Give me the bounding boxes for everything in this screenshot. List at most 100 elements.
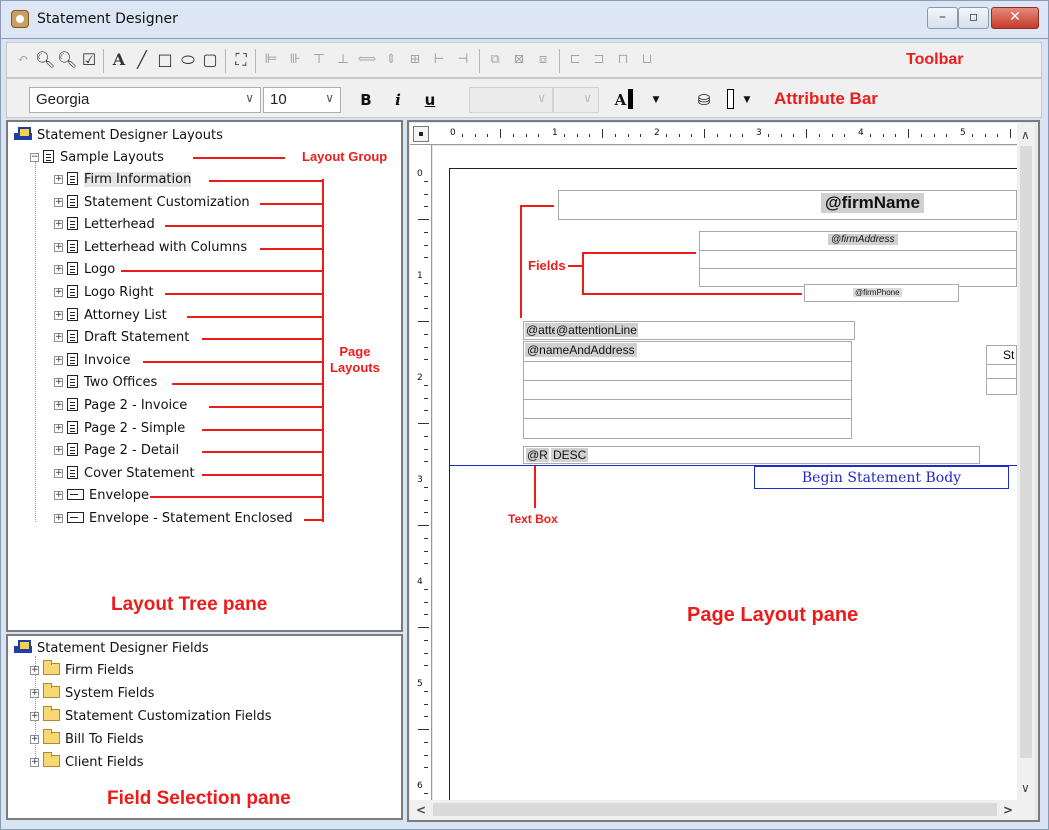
properties-icon[interactable]: ☑	[79, 50, 99, 70]
layout-item[interactable]: + Page 2 - Detail	[54, 443, 179, 458]
expand-icon[interactable]: +	[54, 265, 63, 274]
send-back-icon[interactable]: ⧈	[533, 50, 553, 70]
expand-icon[interactable]: +	[54, 514, 63, 523]
zoom-out-icon[interactable]: 🔍︎	[57, 50, 77, 70]
field-group-item[interactable]: + Client Fields	[30, 752, 144, 770]
expand-icon[interactable]: +	[54, 288, 63, 297]
expand-icon[interactable]: +	[54, 424, 63, 433]
firm-phone-field[interactable]: @firmPhone	[804, 284, 959, 302]
rounded-rect-icon[interactable]: ▢	[200, 50, 220, 70]
scroll-down-icon[interactable]: ∨	[1021, 781, 1030, 795]
fill-color-icon[interactable]: ⛁	[691, 87, 717, 113]
align-bottom-icon[interactable]: ⊥	[333, 50, 353, 70]
layout-item[interactable]: + Invoice	[54, 353, 130, 368]
scroll-up-icon[interactable]: ∧	[1021, 128, 1030, 142]
field-tree-root[interactable]: Statement Designer Fields	[14, 640, 209, 656]
style-size-select[interactable]: ∨	[553, 87, 599, 113]
line-icon[interactable]: ╱	[132, 50, 152, 70]
firm-address-field[interactable]: @firmAddress	[699, 231, 1017, 287]
description-field[interactable]: @R DESC	[523, 446, 980, 464]
collapse-icon[interactable]: −	[30, 153, 39, 162]
group-icon[interactable]: ⊠	[509, 50, 529, 70]
field-group-item[interactable]: + System Fields	[30, 683, 154, 701]
layout-tree-root[interactable]: Statement Designer Layouts	[14, 127, 223, 143]
font-color-button[interactable]: A	[611, 87, 637, 113]
st-field[interactable]: St	[986, 345, 1017, 395]
expand-icon[interactable]: +	[54, 356, 63, 365]
expand-icon[interactable]: +	[54, 333, 63, 342]
expand-icon[interactable]: +	[54, 446, 63, 455]
text-icon[interactable]: A	[109, 50, 129, 70]
expand-icon[interactable]: +	[54, 378, 63, 387]
vertical-scroll-thumb[interactable]	[1020, 146, 1032, 758]
field-group-item[interactable]: + Statement Customization Fields	[30, 706, 272, 724]
zoom-in-icon[interactable]: 🔍︎	[35, 50, 55, 70]
scroll-left-icon[interactable]: <	[416, 803, 426, 817]
ellipse-icon[interactable]: ⬭	[178, 50, 198, 70]
expand-icon[interactable]: +	[54, 198, 63, 207]
field-group-item[interactable]: + Bill To Fields	[30, 729, 143, 747]
font-color-dropdown[interactable]: ▼	[643, 87, 669, 113]
layout-item[interactable]: + Two Offices	[54, 375, 157, 390]
minimize-button[interactable]: –	[927, 7, 958, 29]
same-width-icon[interactable]: ⟺	[357, 50, 377, 70]
align-left-icon[interactable]: ⊫	[261, 50, 281, 70]
layout-item[interactable]: + Logo Right	[54, 285, 154, 300]
scroll-right-icon[interactable]: >	[1003, 803, 1013, 817]
image-icon[interactable]: ⛶	[231, 50, 251, 70]
expand-icon[interactable]: +	[54, 469, 63, 478]
text-justify-icon[interactable]: ⊔	[637, 50, 657, 70]
layout-item[interactable]: + Statement Customization	[54, 195, 250, 210]
layout-item[interactable]: + Envelope	[54, 488, 149, 503]
bring-front-icon[interactable]: ⧉	[485, 50, 505, 70]
close-button[interactable]: ✕	[991, 7, 1039, 29]
fill-color-dropdown[interactable]: ▼	[734, 87, 760, 113]
bold-button[interactable]: B	[353, 87, 379, 113]
text-center-icon[interactable]: ⊐	[589, 50, 609, 70]
expand-icon[interactable]: +	[54, 401, 63, 410]
same-size-icon[interactable]: ⊞	[405, 50, 425, 70]
attention-line-field[interactable]: @atte @attentionLine	[523, 321, 855, 340]
expand-icon[interactable]: +	[54, 491, 63, 500]
expand-icon[interactable]: +	[54, 175, 63, 184]
layout-item[interactable]: + Draft Statement	[54, 330, 189, 345]
horizontal-scroll-thumb[interactable]	[433, 803, 997, 816]
layout-item[interactable]: + Letterhead	[54, 217, 155, 232]
expand-icon[interactable]: +	[30, 666, 39, 675]
layout-item[interactable]: + Logo	[54, 262, 115, 277]
layout-item[interactable]: + Page 2 - Invoice	[54, 398, 187, 413]
style-select[interactable]: ∨	[469, 87, 553, 113]
undo-icon[interactable]: ↶	[13, 50, 33, 70]
firm-name-field[interactable]: @firmName	[558, 190, 1017, 220]
ruler-origin-button[interactable]	[413, 126, 429, 142]
layout-item[interactable]: + Firm Information	[54, 172, 192, 187]
font-select[interactable]: Georgia ∨	[29, 87, 261, 113]
layout-item[interactable]: + Page 2 - Simple	[54, 421, 185, 436]
name-and-address-field[interactable]: @nameAndAddress	[523, 341, 852, 439]
text-left-icon[interactable]: ⊏	[565, 50, 585, 70]
size-grip[interactable]	[1017, 805, 1035, 820]
expand-icon[interactable]: +	[54, 311, 63, 320]
align-top-icon[interactable]: ⊤	[309, 50, 329, 70]
expand-icon[interactable]: +	[30, 735, 39, 744]
expand-icon[interactable]: +	[54, 220, 63, 229]
expand-icon[interactable]: +	[54, 243, 63, 252]
underline-button[interactable]: u	[417, 87, 443, 113]
layout-item[interactable]: + Letterhead with Columns	[54, 240, 247, 255]
italic-button[interactable]: i	[385, 87, 411, 113]
font-size-select[interactable]: 10 ∨	[263, 87, 341, 113]
expand-icon[interactable]: +	[30, 712, 39, 721]
expand-icon[interactable]: +	[30, 689, 39, 698]
layout-item[interactable]: + Cover Statement	[54, 466, 195, 481]
space-vertical-icon[interactable]: ⊣	[453, 50, 473, 70]
maximize-button[interactable]: ▫	[958, 7, 989, 29]
layout-item[interactable]: + Attorney List	[54, 308, 167, 323]
begin-statement-body[interactable]: Begin Statement Body	[754, 466, 1009, 489]
layout-group[interactable]: − Sample Layouts	[30, 150, 164, 165]
expand-icon[interactable]: +	[30, 758, 39, 767]
text-right-icon[interactable]: ⊓	[613, 50, 633, 70]
same-height-icon[interactable]: ⇕	[381, 50, 401, 70]
layout-item[interactable]: + Envelope - Statement Enclosed	[54, 511, 293, 526]
rectangle-icon[interactable]: □	[155, 50, 175, 70]
field-group-item[interactable]: + Firm Fields	[30, 660, 134, 678]
